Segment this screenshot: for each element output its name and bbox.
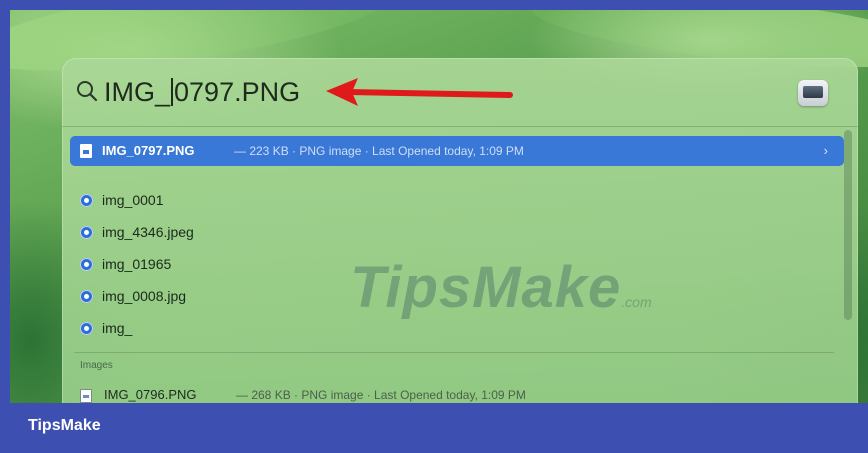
query-text-before-caret: IMG_	[104, 77, 171, 107]
red-arrow-icon	[326, 78, 513, 106]
suggestion-list: img_0001 img_4346.jpeg img_01965 img_000…	[74, 184, 374, 344]
suggestion-label: img_01965	[102, 256, 172, 272]
top-hit-name: IMG_0797.PNG	[102, 143, 195, 158]
suggestion-item[interactable]: img_4346.jpeg	[74, 216, 374, 248]
search-result-icon	[80, 322, 93, 335]
section-divider	[74, 352, 834, 353]
search-result-icon	[80, 258, 93, 271]
suggestion-item[interactable]: img_	[74, 312, 374, 344]
top-hit-meta: — 223 KB · PNG image · Last Opened today…	[234, 144, 524, 158]
suggestion-item[interactable]: img_0008.jpg	[74, 280, 374, 312]
image-result-name: IMG_0796.PNG	[104, 387, 197, 402]
watermark-suffix: .com	[621, 294, 652, 310]
footer-brand: TipsMake	[28, 417, 101, 434]
suggestion-item[interactable]: img_01965	[74, 248, 374, 280]
suggestion-label: img_	[102, 320, 133, 336]
text-caret	[171, 78, 174, 106]
scrollbar-thumb[interactable]	[844, 130, 852, 320]
top-hit-row[interactable]: IMG_0797.PNG — 223 KB · PNG image · Last…	[70, 136, 844, 166]
document-icon	[80, 144, 92, 158]
image-result-meta: — 268 KB · PNG image · Last Opened today…	[236, 388, 526, 402]
watermark-main: TipsMake	[350, 255, 622, 320]
watermark: TipsMake.com	[350, 253, 652, 323]
footer-bar: TipsMake	[0, 403, 868, 453]
suggestion-item[interactable]: img_0001	[74, 184, 374, 216]
desktop-wallpaper: IMG_ 0797.PNG IMG_0797.PNG — 223 KB · PNG…	[10, 10, 868, 403]
suggestion-label: img_0008.jpg	[102, 288, 187, 304]
spotlight-search-field[interactable]: IMG_ 0797.PNG	[62, 58, 858, 127]
spotlight-window: IMG_ 0797.PNG IMG_0797.PNG — 223 KB · PNG…	[62, 58, 858, 403]
results-scrollbar[interactable]	[844, 130, 852, 403]
query-text-after-caret: 0797.PNG	[174, 77, 301, 107]
search-icon	[77, 81, 98, 102]
section-header-images: Images	[80, 360, 113, 371]
search-result-icon	[80, 290, 93, 303]
search-result-icon	[80, 194, 93, 207]
preview-app-icon[interactable]	[798, 80, 828, 106]
search-result-icon	[80, 226, 93, 239]
chevron-right-icon: ›	[823, 143, 828, 158]
suggestion-label: img_0001	[102, 192, 164, 208]
search-query[interactable]: IMG_ 0797.PNG	[104, 72, 300, 112]
image-file-icon	[80, 389, 92, 403]
suggestion-label: img_4346.jpeg	[102, 224, 194, 240]
